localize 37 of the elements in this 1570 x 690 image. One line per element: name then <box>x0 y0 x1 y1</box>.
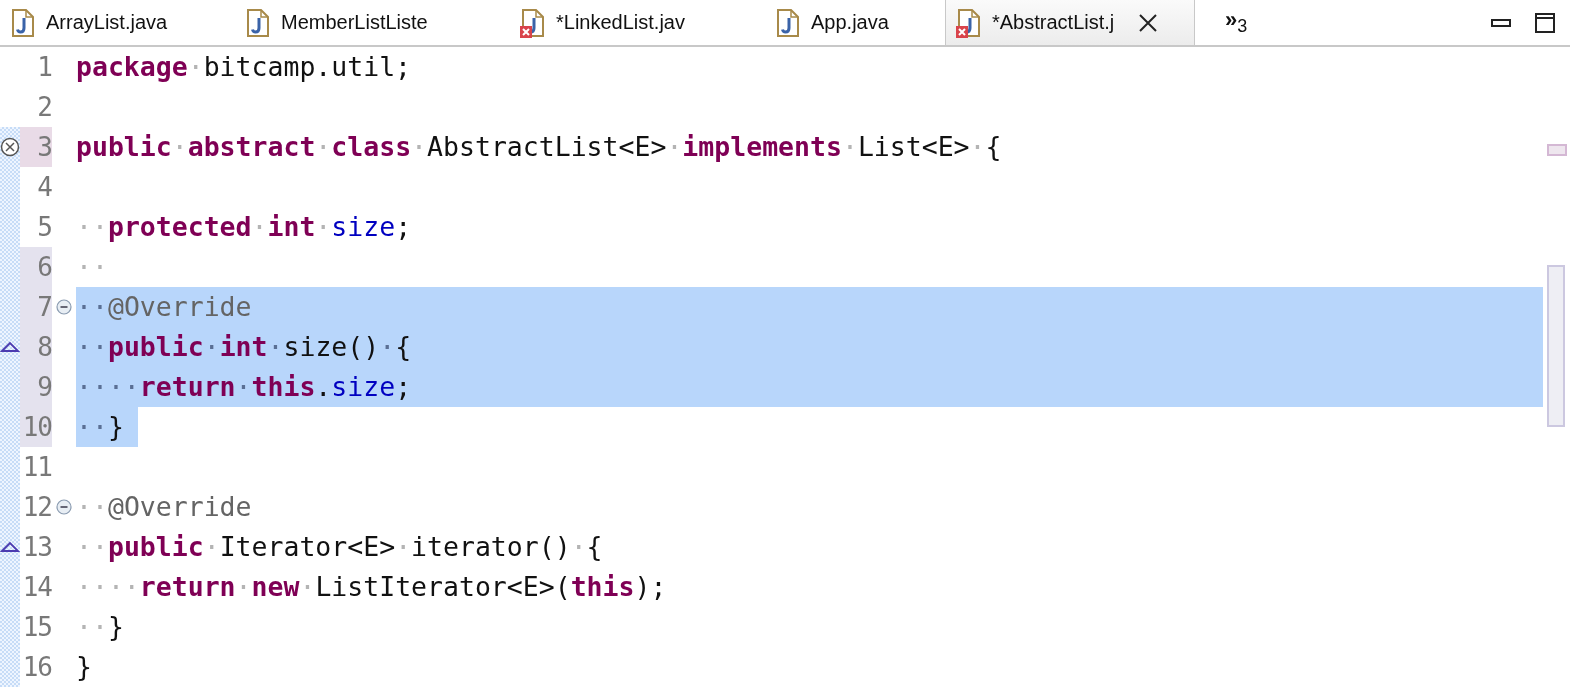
line-number: 15 <box>21 611 52 644</box>
code-line: ·· <box>76 250 108 284</box>
editor-tab[interactable]: *AbstractList.j <box>945 0 1195 45</box>
line-number: 6 <box>20 247 52 287</box>
code-line: package·bitcamp.util; <box>76 50 412 84</box>
close-icon[interactable] <box>1138 12 1159 33</box>
maximize-icon[interactable] <box>1534 11 1556 34</box>
line-number: 12 <box>21 491 52 524</box>
code-line: ··@Override <box>76 490 252 524</box>
line-number: 4 <box>36 171 52 204</box>
line-number: 9 <box>20 367 52 407</box>
line-number: 5 <box>36 211 52 244</box>
scrollbar-thumb[interactable] <box>1547 265 1565 427</box>
editor-tab[interactable]: App.java <box>765 0 945 45</box>
code-line: ··public·Iterator<E>·iterator()·{ <box>76 530 603 564</box>
editor-tab[interactable]: *LinkedList.jav <box>510 0 765 45</box>
line-number: 8 <box>20 327 52 367</box>
line-number: 11 <box>21 451 52 484</box>
collapse-icon[interactable] <box>56 499 72 515</box>
code-line: ··} <box>76 610 124 644</box>
editor-tab[interactable]: ArrayList.java <box>0 0 235 45</box>
line-number: 16 <box>21 651 52 684</box>
line-number: 2 <box>36 91 52 124</box>
code-line: } <box>76 650 92 684</box>
error-marker[interactable] <box>1547 144 1567 156</box>
code-line: ··protected·int·size; <box>76 210 412 244</box>
code-line: ····return·new·ListIterator<E>(this); <box>76 570 667 604</box>
line-number: 1 <box>36 51 52 84</box>
line-number: 14 <box>21 571 52 604</box>
collapse-icon[interactable] <box>56 299 72 315</box>
line-number: 13 <box>21 531 52 564</box>
editor-tab[interactable]: MemberListListe <box>235 0 510 45</box>
line-number: 3 <box>20 127 52 167</box>
line-number: 10 <box>20 407 52 447</box>
line-number: 7 <box>20 287 52 327</box>
code-line: public·abstract·class·AbstractList<E>·implements·List<E>·{ <box>76 130 1002 164</box>
more-tabs-button[interactable]: »$_{3}$ <box>1225 7 1248 38</box>
